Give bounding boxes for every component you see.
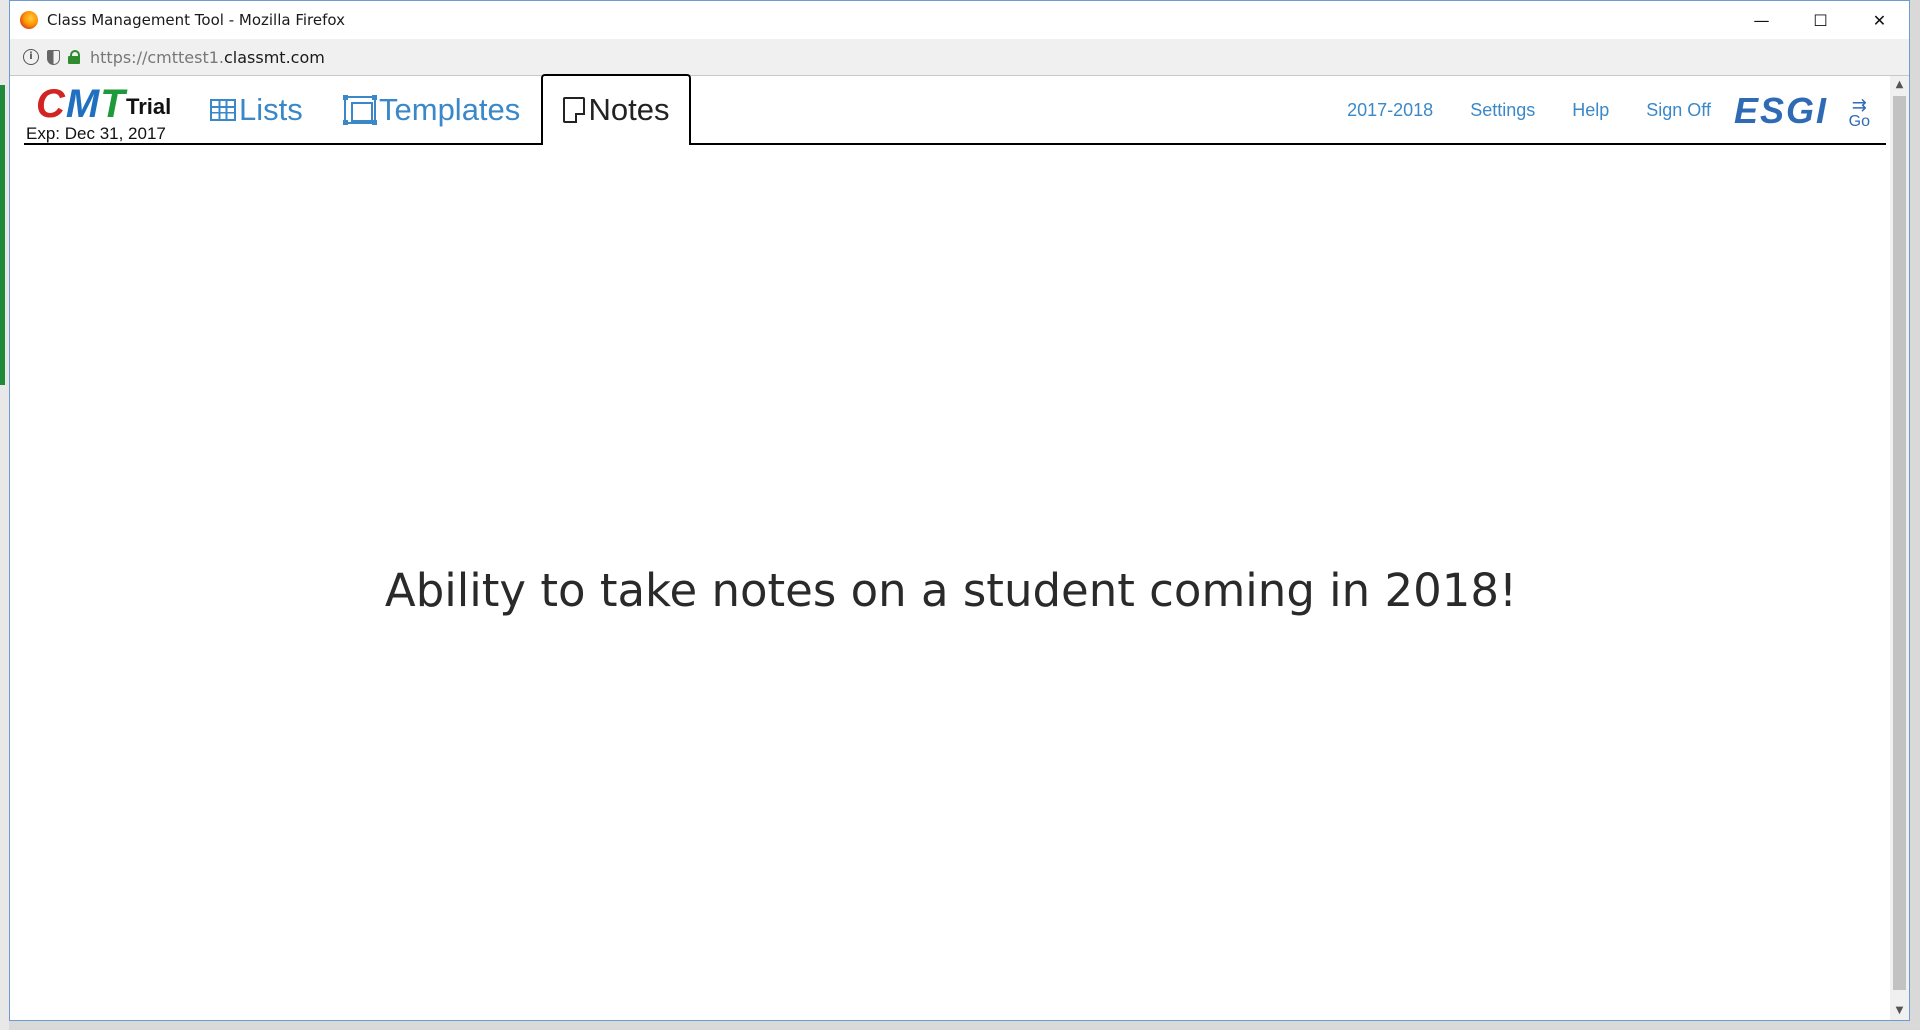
school-year-link[interactable]: 2017-2018	[1347, 100, 1433, 121]
background-app-edge	[0, 0, 9, 1030]
cmt-logo-t: T	[100, 82, 126, 126]
templates-icon	[343, 95, 377, 125]
sign-off-link[interactable]: Sign Off	[1646, 100, 1711, 121]
tab-templates[interactable]: Templates	[343, 92, 521, 128]
url-field[interactable]: https://cmttest1.classmt.com	[90, 48, 325, 67]
tab-templates-label: Templates	[379, 92, 521, 127]
app-content: CMT Trial Exp: Dec 31, 2017 Lists Templa…	[10, 74, 1892, 1020]
go-label: Go	[1848, 113, 1870, 130]
cmt-logo-c: C	[36, 82, 66, 126]
scroll-down-icon[interactable]: ▼	[1890, 1002, 1909, 1020]
help-link[interactable]: Help	[1572, 100, 1609, 121]
cmt-logo[interactable]: CMT	[36, 84, 126, 124]
browser-window: Class Management Tool - Mozilla Firefox …	[9, 0, 1910, 1021]
note-icon	[562, 97, 585, 123]
close-button[interactable]: ✕	[1850, 1, 1909, 39]
window-controls: — ☐ ✕	[1732, 1, 1909, 39]
vertical-scrollbar[interactable]: ▲ ▼	[1890, 76, 1909, 1020]
url-scheme: https://cmttest1.	[90, 47, 224, 67]
tab-baseline	[24, 143, 1886, 145]
address-bar[interactable]: i https://cmttest1.classmt.com	[10, 39, 1909, 76]
maximize-button[interactable]: ☐	[1791, 1, 1850, 39]
info-icon[interactable]: i	[23, 49, 39, 65]
lock-icon[interactable]	[68, 50, 80, 64]
scroll-up-icon[interactable]: ▲	[1890, 76, 1909, 94]
grid-icon	[210, 99, 236, 121]
url-host: classmt.com	[224, 47, 325, 67]
title-bar: Class Management Tool - Mozilla Firefox …	[10, 1, 1909, 39]
esgi-logo[interactable]: ESGI	[1734, 90, 1828, 132]
firefox-icon	[20, 11, 38, 29]
tab-lists-label: Lists	[239, 92, 303, 127]
right-arrow-icon: ⇉	[1851, 95, 1867, 116]
window-title: Class Management Tool - Mozilla Firefox	[47, 11, 345, 29]
expiry-date: Exp: Dec 31, 2017	[26, 124, 166, 143]
tab-notes-label: Notes	[588, 92, 670, 127]
scrollbar-thumb[interactable]	[1893, 96, 1906, 990]
tab-notes[interactable]: Notes	[541, 74, 691, 147]
settings-link[interactable]: Settings	[1470, 100, 1535, 121]
trial-label: Trial	[126, 94, 172, 119]
go-button[interactable]: ⇉ Go	[1848, 95, 1870, 130]
shield-icon[interactable]	[47, 49, 60, 65]
tab-lists[interactable]: Lists	[210, 92, 303, 128]
minimize-button[interactable]: —	[1732, 1, 1791, 39]
app-header: CMT Trial Exp: Dec 31, 2017 Lists Templa…	[24, 74, 1886, 147]
coming-soon-message: Ability to take notes on a student comin…	[384, 564, 1518, 617]
cmt-logo-m: M	[65, 82, 101, 126]
header-links: 2017-2018 Settings Help Sign Off	[1347, 100, 1711, 121]
